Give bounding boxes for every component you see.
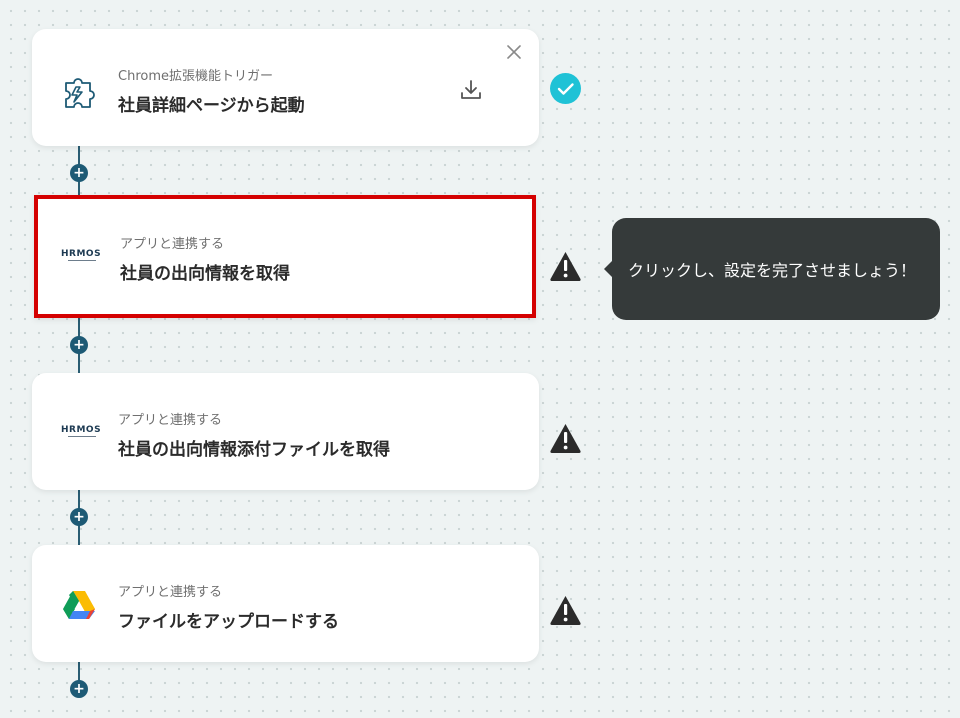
setup-tooltip: クリックし、設定を完了させましょう！ (604, 218, 940, 320)
step-title: 社員詳細ページから起動 (118, 96, 305, 116)
puzzle-bolt-icon (65, 78, 95, 108)
step-card-chrome-trigger[interactable]: Chrome拡張機能トリガー 社員詳細ページから起動 (32, 29, 539, 146)
add-step-button[interactable]: + (70, 680, 88, 698)
warning-icon (550, 252, 581, 281)
step-title: ファイルをアップロードする (118, 612, 339, 632)
step-card-get-attachment[interactable]: HRMOS アプリと連携する 社員の出向情報添付ファイルを取得 (32, 373, 539, 490)
hrmos-logo: HRMOS (61, 249, 101, 269)
step-type-label: アプリと連携する (120, 237, 225, 252)
add-step-button[interactable]: + (70, 508, 88, 526)
tooltip-arrow (604, 261, 612, 277)
warning-icon (550, 596, 581, 625)
step-type-label: アプリと連携する (118, 413, 223, 428)
tooltip-text: クリックし、設定を完了させましょう！ (628, 261, 917, 280)
step-card-upload-file[interactable]: アプリと連携する ファイルをアップロードする (32, 545, 539, 662)
download-icon[interactable] (458, 77, 484, 103)
warning-icon (550, 424, 581, 453)
step-title: 社員の出向情報を取得 (120, 264, 290, 284)
step-title: 社員の出向情報添付ファイルを取得 (118, 440, 390, 460)
hrmos-logo: HRMOS (61, 425, 101, 445)
close-icon[interactable] (505, 43, 523, 61)
google-drive-icon (63, 591, 95, 619)
add-step-button[interactable]: + (70, 164, 88, 182)
step-type-label: Chrome拡張機能トリガー (118, 69, 273, 84)
add-step-button[interactable]: + (70, 336, 88, 354)
step-card-get-assignment[interactable]: HRMOS アプリと連携する 社員の出向情報を取得 (34, 195, 536, 318)
connector-line (78, 662, 80, 682)
step-type-label: アプリと連携する (118, 585, 223, 600)
check-circle-icon (550, 73, 581, 104)
